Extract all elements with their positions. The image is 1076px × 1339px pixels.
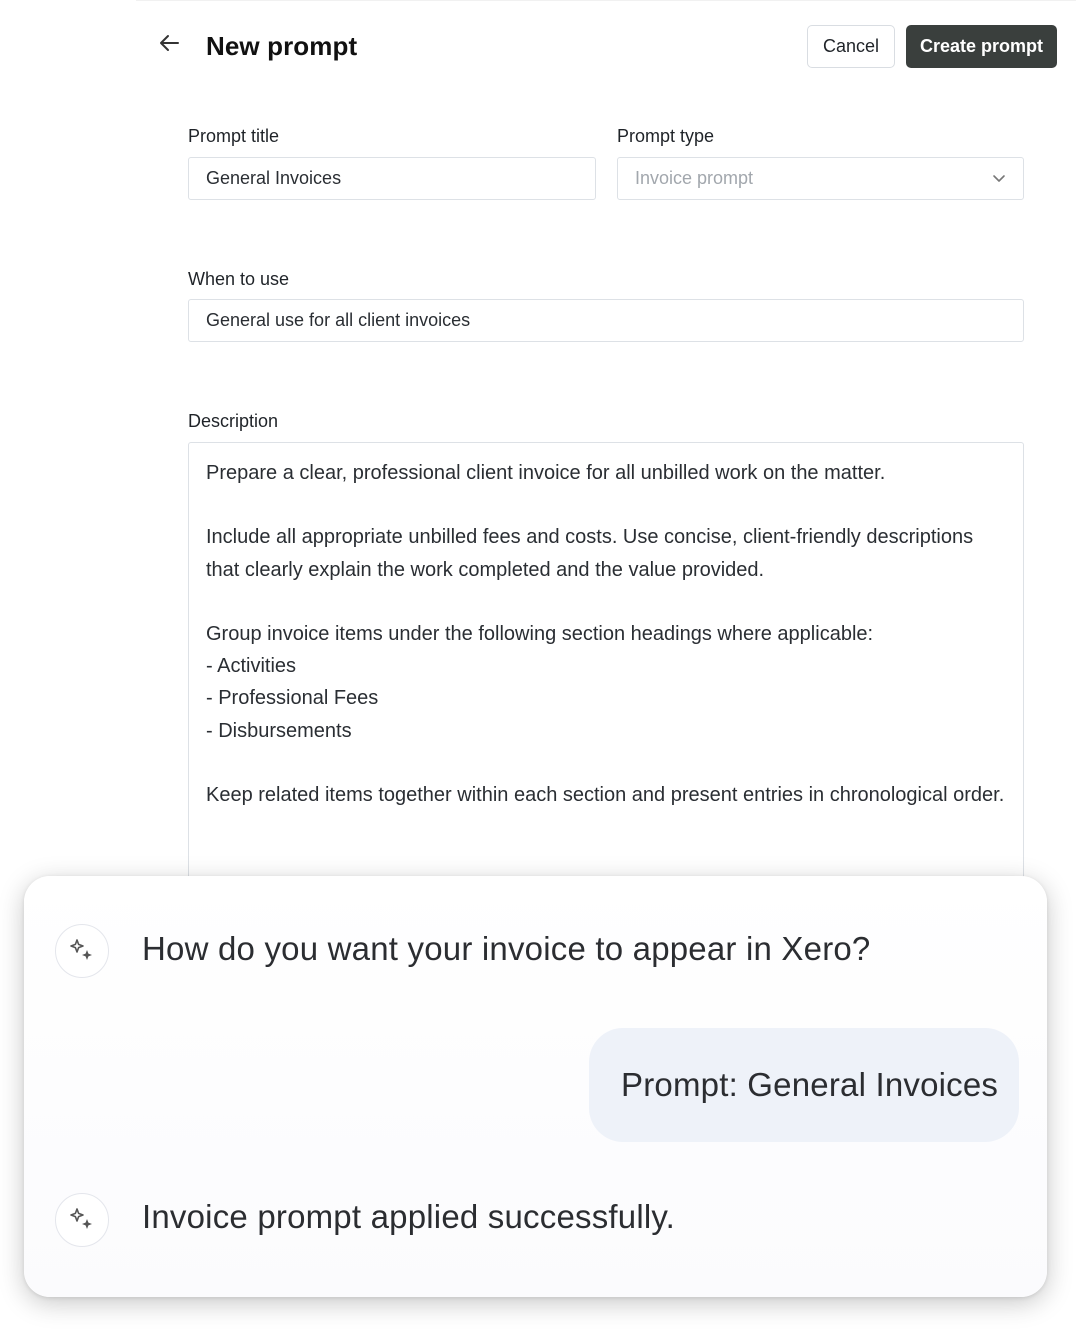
when-to-use-value: General use for all client invoices bbox=[206, 310, 471, 330]
description-label: Description bbox=[188, 411, 279, 431]
chat-panel: How do you want your invoice to appear i… bbox=[24, 876, 1047, 1297]
prompt-title-value: General Invoices bbox=[206, 168, 342, 188]
chevron-down-icon bbox=[993, 175, 1005, 182]
prompt-title-label: Prompt title bbox=[188, 126, 280, 146]
screen: New prompt Cancel Create prompt Prompt t… bbox=[0, 0, 1076, 1339]
sparkle-icon bbox=[70, 1208, 92, 1229]
prompt-type-placeholder: Invoice prompt bbox=[635, 168, 754, 188]
user-reply-bubble: Prompt: General Invoices bbox=[589, 1028, 1019, 1142]
when-to-use-input[interactable]: General use for all client invoices bbox=[188, 299, 1024, 342]
assistant-avatar bbox=[55, 1193, 109, 1247]
prompt-title-input[interactable]: General Invoices bbox=[188, 157, 596, 200]
description-text: Prepare a clear, professional client inv… bbox=[206, 462, 1005, 807]
assistant-question: How do you want your invoice to appear i… bbox=[142, 930, 871, 967]
assistant-avatar bbox=[55, 924, 109, 978]
sparkle-icon bbox=[70, 939, 92, 960]
arrow-left-icon[interactable] bbox=[158, 33, 180, 53]
prompt-type-select[interactable]: Invoice prompt bbox=[617, 157, 1024, 200]
page-header: New prompt Cancel Create prompt bbox=[136, 1, 1076, 91]
assistant-confirmation: Invoice prompt applied successfully. bbox=[142, 1198, 676, 1235]
user-reply-text: Prompt: General Invoices bbox=[621, 1066, 999, 1103]
prompt-type-label: Prompt type bbox=[617, 126, 715, 146]
create-prompt-button[interactable]: Create prompt bbox=[906, 25, 1057, 68]
when-to-use-label: When to use bbox=[188, 269, 290, 289]
cancel-button[interactable]: Cancel bbox=[807, 25, 895, 68]
page-title: New prompt bbox=[206, 31, 358, 61]
